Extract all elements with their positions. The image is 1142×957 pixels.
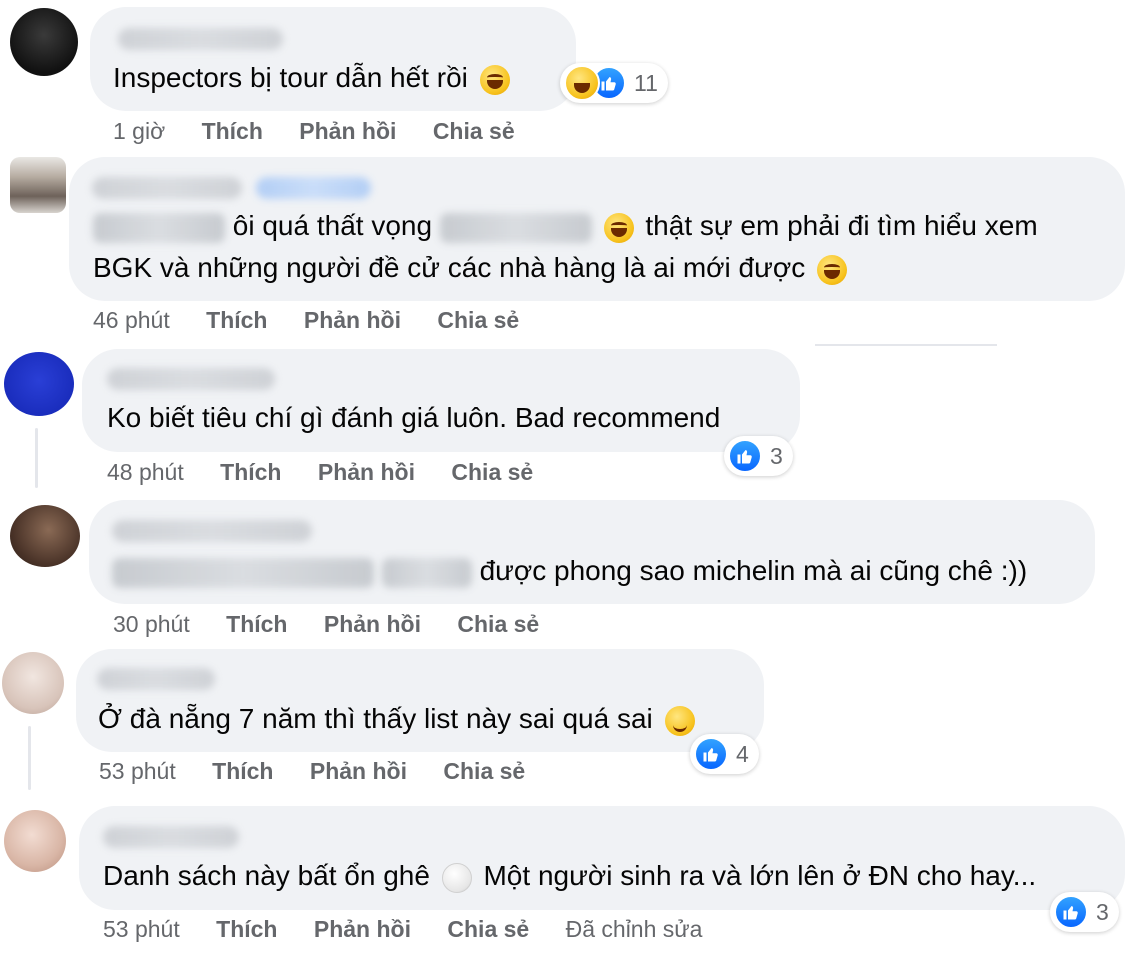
reaction-summary[interactable]: 11 <box>560 63 668 103</box>
like-button[interactable]: Thích <box>220 459 281 486</box>
timestamp[interactable]: 46 phút <box>93 307 170 334</box>
like-icon <box>694 737 728 771</box>
comment-text: được phong sao michelin mà ai cũng chê :… <box>112 550 1027 591</box>
edited-label[interactable]: Đã chỉnh sửa <box>566 916 703 943</box>
comment-actions: 46 phút Thích Phản hồi Chia sẻ <box>93 307 549 334</box>
share-button[interactable]: Chia sẻ <box>433 118 515 145</box>
divider <box>815 344 997 346</box>
reply-button[interactable]: Phản hồi <box>310 758 407 785</box>
comment-text: ôi quá thất vọng thật sự em phải đi tìm … <box>93 205 1038 246</box>
timestamp[interactable]: 53 phút <box>103 916 180 943</box>
reply-button[interactable]: Phản hồi <box>314 916 411 943</box>
comment-text: BGK và những người đề cử các nhà hàng là… <box>93 247 851 288</box>
commenter-name[interactable] <box>97 668 215 690</box>
comment-text-content: Inspectors bị tour dẫn hết rồi <box>113 62 468 93</box>
avatar[interactable] <box>10 505 80 567</box>
share-button[interactable]: Chia sẻ <box>437 307 519 334</box>
comment-text-content: BGK và những người đề cử các nhà hàng là… <box>93 252 806 283</box>
comment-text-content: thật sự em phải đi tìm hiểu xem <box>645 210 1038 241</box>
rolling-laughing-emoji-icon <box>816 254 847 285</box>
timestamp[interactable]: 48 phút <box>107 459 184 486</box>
mentioned-user[interactable] <box>93 212 225 243</box>
reaction-count: 3 <box>1096 898 1109 925</box>
like-button[interactable]: Thích <box>216 916 277 943</box>
commenter-name[interactable] <box>103 826 239 848</box>
thread-line <box>28 726 31 790</box>
comment-actions: 48 phút Thích Phản hồi Chia sẻ <box>107 459 563 486</box>
comment-text-content: Ở đà nẵng 7 năm thì thấy list này sai qu… <box>98 703 653 734</box>
mentioned-user[interactable] <box>112 557 374 588</box>
comment-actions: 53 phút Thích Phản hồi Chia sẻ Đã chỉnh … <box>103 916 732 943</box>
comment-actions: 1 giờ Thích Phản hồi Chia sẻ <box>113 118 545 145</box>
mentioned-user[interactable] <box>381 557 472 588</box>
reply-button[interactable]: Phản hồi <box>324 611 421 638</box>
comment-text-content: Danh sách này bất ổn ghê <box>103 860 430 891</box>
comment-text-content: Một người sinh ra và lớn lên ở ĐN cho ha… <box>483 860 1037 891</box>
like-button[interactable]: Thích <box>206 307 267 334</box>
avatar[interactable] <box>2 652 64 714</box>
comment-text: Ko biết tiêu chí gì đánh giá luôn. Bad r… <box>107 397 720 438</box>
comment-text-content: Ko biết tiêu chí gì đánh giá luôn. Bad r… <box>107 402 721 433</box>
like-icon <box>728 439 762 473</box>
comment-text-content: được phong sao michelin mà ai cũng chê :… <box>479 555 1028 586</box>
share-button[interactable]: Chia sẻ <box>451 459 533 486</box>
reaction-summary[interactable]: 4 <box>690 734 759 774</box>
timestamp[interactable]: 1 giờ <box>113 118 165 145</box>
moon-face-emoji-icon <box>441 862 472 893</box>
commenter-name[interactable] <box>118 28 283 50</box>
share-button[interactable]: Chia sẻ <box>447 916 529 943</box>
like-button[interactable]: Thích <box>202 118 263 145</box>
timestamp[interactable]: 53 phút <box>99 758 176 785</box>
reply-button[interactable]: Phản hồi <box>304 307 401 334</box>
share-button[interactable]: Chia sẻ <box>443 758 525 785</box>
comment-text: Inspectors bị tour dẫn hết rồi <box>113 57 514 98</box>
avatar[interactable] <box>10 157 66 213</box>
reaction-summary[interactable]: 3 <box>724 436 793 476</box>
rolling-laughing-emoji-icon <box>603 212 634 243</box>
reaction-count: 3 <box>770 442 783 469</box>
timestamp[interactable]: 30 phút <box>113 611 190 638</box>
commenter-name[interactable] <box>107 368 275 390</box>
comment-actions: 53 phút Thích Phản hồi Chia sẻ <box>99 758 555 785</box>
avatar[interactable] <box>4 352 74 416</box>
like-button[interactable]: Thích <box>226 611 287 638</box>
mentioned-page[interactable] <box>439 212 592 243</box>
commenter-name[interactable] <box>112 520 312 542</box>
like-button[interactable]: Thích <box>212 758 273 785</box>
like-icon <box>1054 895 1088 929</box>
comment-actions: 30 phút Thích Phản hồi Chia sẻ <box>113 611 569 638</box>
commenter-name[interactable] <box>92 177 242 199</box>
reply-button[interactable]: Phản hồi <box>299 118 396 145</box>
haha-icon <box>564 65 600 101</box>
comment-text-content: ôi quá thất vọng <box>232 210 433 241</box>
reaction-count: 4 <box>736 740 749 767</box>
reaction-summary[interactable]: 3 <box>1050 892 1119 932</box>
comment-text: Danh sách này bất ổn ghê Một người sinh … <box>103 855 1036 896</box>
avatar[interactable] <box>4 810 66 872</box>
top-fan-badge <box>256 177 371 199</box>
smiling-face-emoji-icon <box>664 705 695 736</box>
avatar[interactable] <box>10 8 78 76</box>
reply-button[interactable]: Phản hồi <box>318 459 415 486</box>
tears-of-joy-emoji-icon <box>479 64 510 95</box>
comment-text: Ở đà nẵng 7 năm thì thấy list này sai qu… <box>98 698 699 739</box>
thread-line <box>35 428 38 488</box>
reaction-count: 11 <box>634 69 658 96</box>
share-button[interactable]: Chia sẻ <box>457 611 539 638</box>
